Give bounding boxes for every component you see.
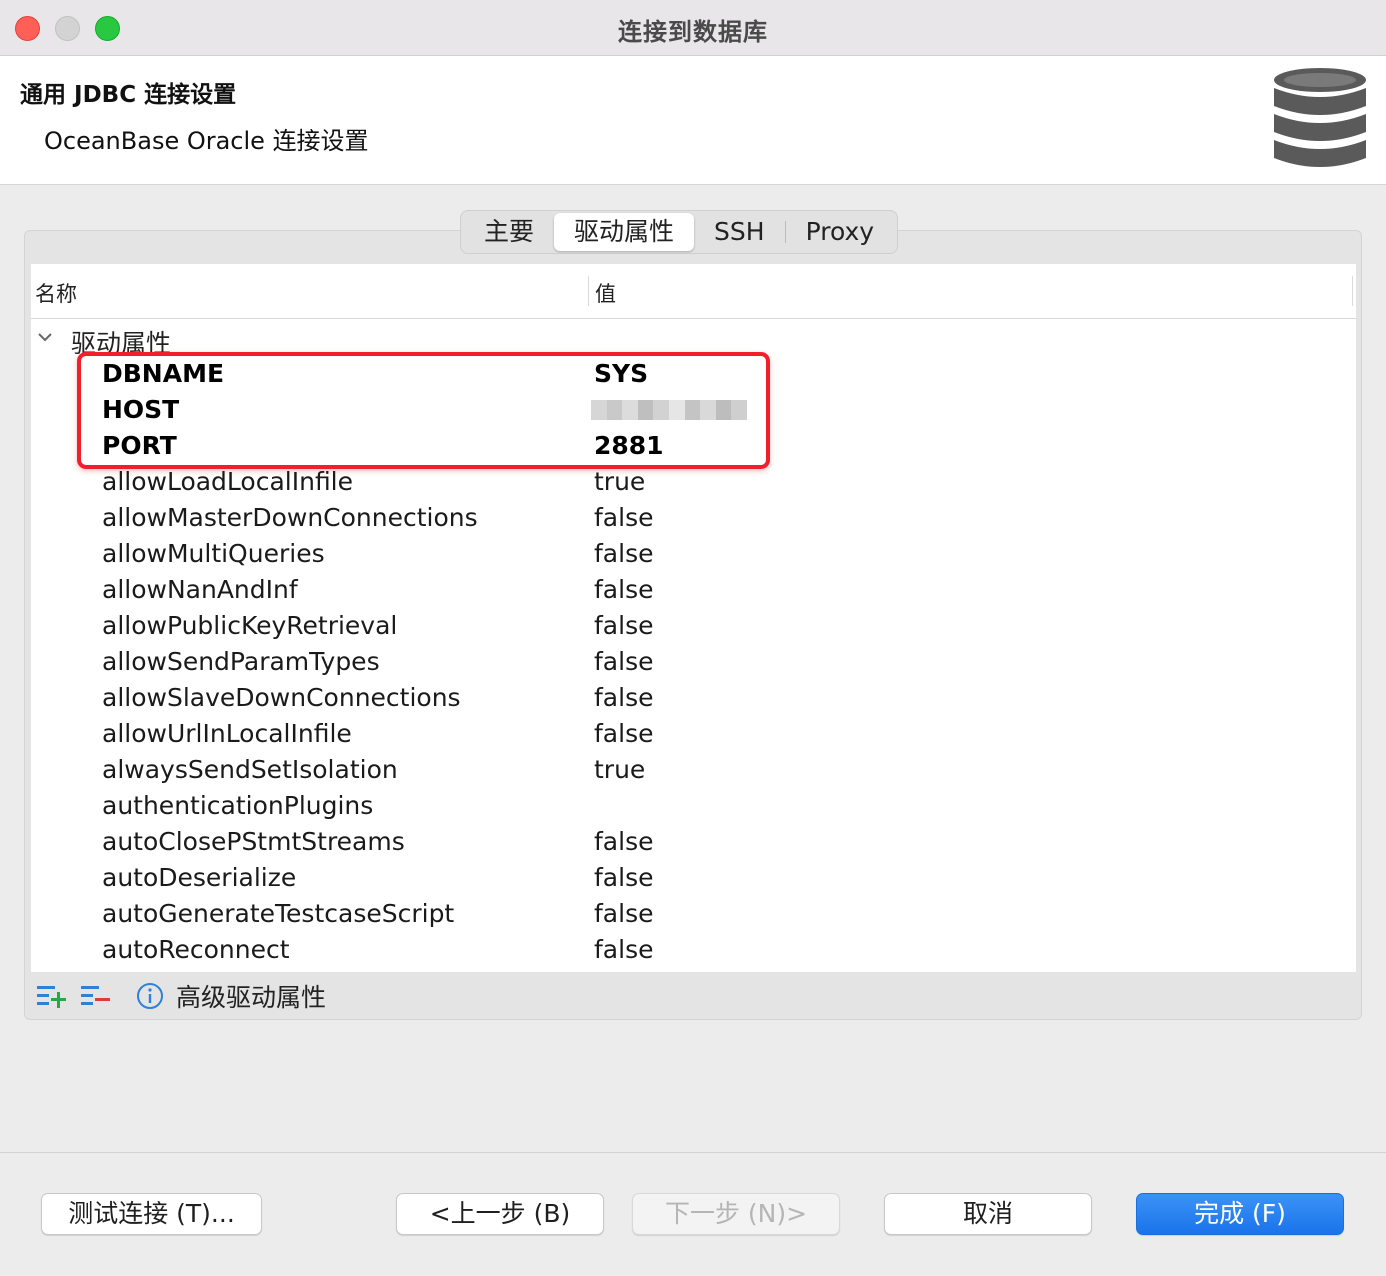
chevron-down-icon[interactable] — [37, 331, 53, 343]
column-header-value[interactable]: 值 — [595, 278, 616, 308]
back-button[interactable]: <上一步 (B) — [396, 1193, 604, 1235]
test-connection-button[interactable]: 测试连接 (T)... — [41, 1193, 262, 1235]
finish-button[interactable]: 完成 (F) — [1136, 1193, 1344, 1235]
title-bar: 连接到数据库 — [0, 0, 1386, 56]
advanced-properties-link[interactable]: 高级驱动属性 — [176, 978, 326, 1014]
add-property-icon[interactable] — [36, 982, 68, 1010]
property-name: allowNanAndInf — [102, 575, 298, 604]
cancel-button[interactable]: 取消 — [884, 1193, 1092, 1235]
property-value[interactable]: true — [594, 755, 645, 784]
property-name: autoDeserialize — [102, 863, 297, 892]
table-row[interactable]: autoReconnect false — [31, 932, 1356, 968]
tab-ssh[interactable]: SSH — [694, 213, 785, 251]
table-row[interactable]: allowSlaveDownConnections false — [31, 680, 1356, 716]
footer-divider — [0, 1152, 1386, 1153]
property-name: alwaysSendSetIsolation — [102, 755, 398, 784]
table-row[interactable]: autoDeserialize false — [31, 860, 1356, 896]
property-name: allowLoadLocalInfile — [102, 467, 354, 496]
property-value[interactable]: false — [594, 935, 653, 964]
property-name: authenticationPlugins — [102, 791, 374, 820]
property-name: autoClosePStmtStreams — [102, 827, 405, 856]
property-name: allowSlaveDownConnections — [102, 683, 461, 712]
column-divider[interactable] — [1352, 276, 1353, 306]
remove-property-icon[interactable] — [80, 982, 112, 1010]
property-name: allowMasterDownConnections — [102, 503, 478, 532]
tab-proxy[interactable]: Proxy — [786, 213, 894, 251]
highlight-annotation — [77, 352, 770, 469]
tab-bar: 主要 驱动属性 SSH Proxy — [460, 210, 899, 254]
property-name: autoGenerateTestcaseScript — [102, 899, 455, 928]
property-value[interactable]: false — [594, 647, 653, 676]
property-value[interactable]: false — [594, 539, 653, 568]
window-title: 连接到数据库 — [618, 18, 768, 46]
group-row-driver-properties[interactable]: 驱动属性 — [31, 320, 1356, 358]
property-value[interactable]: true — [594, 467, 645, 496]
column-divider[interactable] — [588, 276, 589, 306]
table-row[interactable]: allowUrlInLocalInfile false — [31, 716, 1356, 752]
tab-driver-properties[interactable]: 驱动属性 — [554, 213, 695, 251]
property-name: autoReconnect — [102, 935, 290, 964]
table-row[interactable]: authenticationPlugins — [31, 788, 1356, 824]
property-value[interactable]: false — [594, 611, 653, 640]
tab-main[interactable]: 主要 — [464, 213, 554, 251]
property-value[interactable]: false — [594, 683, 653, 712]
property-value[interactable]: false — [594, 719, 653, 748]
table-row[interactable]: autoClosePStmtStreams false — [31, 824, 1356, 860]
table-row[interactable]: allowSendParamTypes false — [31, 644, 1356, 680]
table-row[interactable]: alwaysSendSetIsolation true — [31, 752, 1356, 788]
property-value[interactable]: false — [594, 863, 653, 892]
property-value[interactable]: false — [594, 899, 653, 928]
property-value[interactable]: false — [594, 575, 653, 604]
property-name: allowUrlInLocalInfile — [102, 719, 352, 748]
table-row[interactable]: autoGenerateTestcaseScript false — [31, 896, 1356, 932]
property-value[interactable]: false — [594, 827, 653, 856]
table-row[interactable]: allowNanAndInf false — [31, 572, 1356, 608]
panel-toolbar: 高级驱动属性 — [36, 978, 326, 1014]
table-row[interactable]: allowMasterDownConnections false — [31, 500, 1356, 536]
table-row[interactable]: allowLoadLocalInfile true — [31, 464, 1356, 500]
table-row[interactable]: allowPublicKeyRetrieval false — [31, 608, 1356, 644]
table-row[interactable]: allowMultiQueries false — [31, 536, 1356, 572]
property-name: allowSendParamTypes — [102, 647, 380, 676]
property-value[interactable]: false — [594, 503, 653, 532]
header-title: 通用 JDBC 连接设置 — [20, 82, 237, 108]
info-icon[interactable] — [136, 982, 164, 1010]
table-header: 名称 值 — [31, 264, 1356, 319]
database-icon — [1274, 68, 1366, 167]
property-name: allowMultiQueries — [102, 539, 325, 568]
property-name: allowPublicKeyRetrieval — [102, 611, 398, 640]
next-button[interactable]: 下一步 (N)> — [632, 1193, 840, 1235]
header-subtitle: OceanBase Oracle 连接设置 — [44, 127, 369, 155]
column-header-name[interactable]: 名称 — [35, 278, 77, 308]
wizard-header: 通用 JDBC 连接设置 OceanBase Oracle 连接设置 — [0, 56, 1386, 185]
